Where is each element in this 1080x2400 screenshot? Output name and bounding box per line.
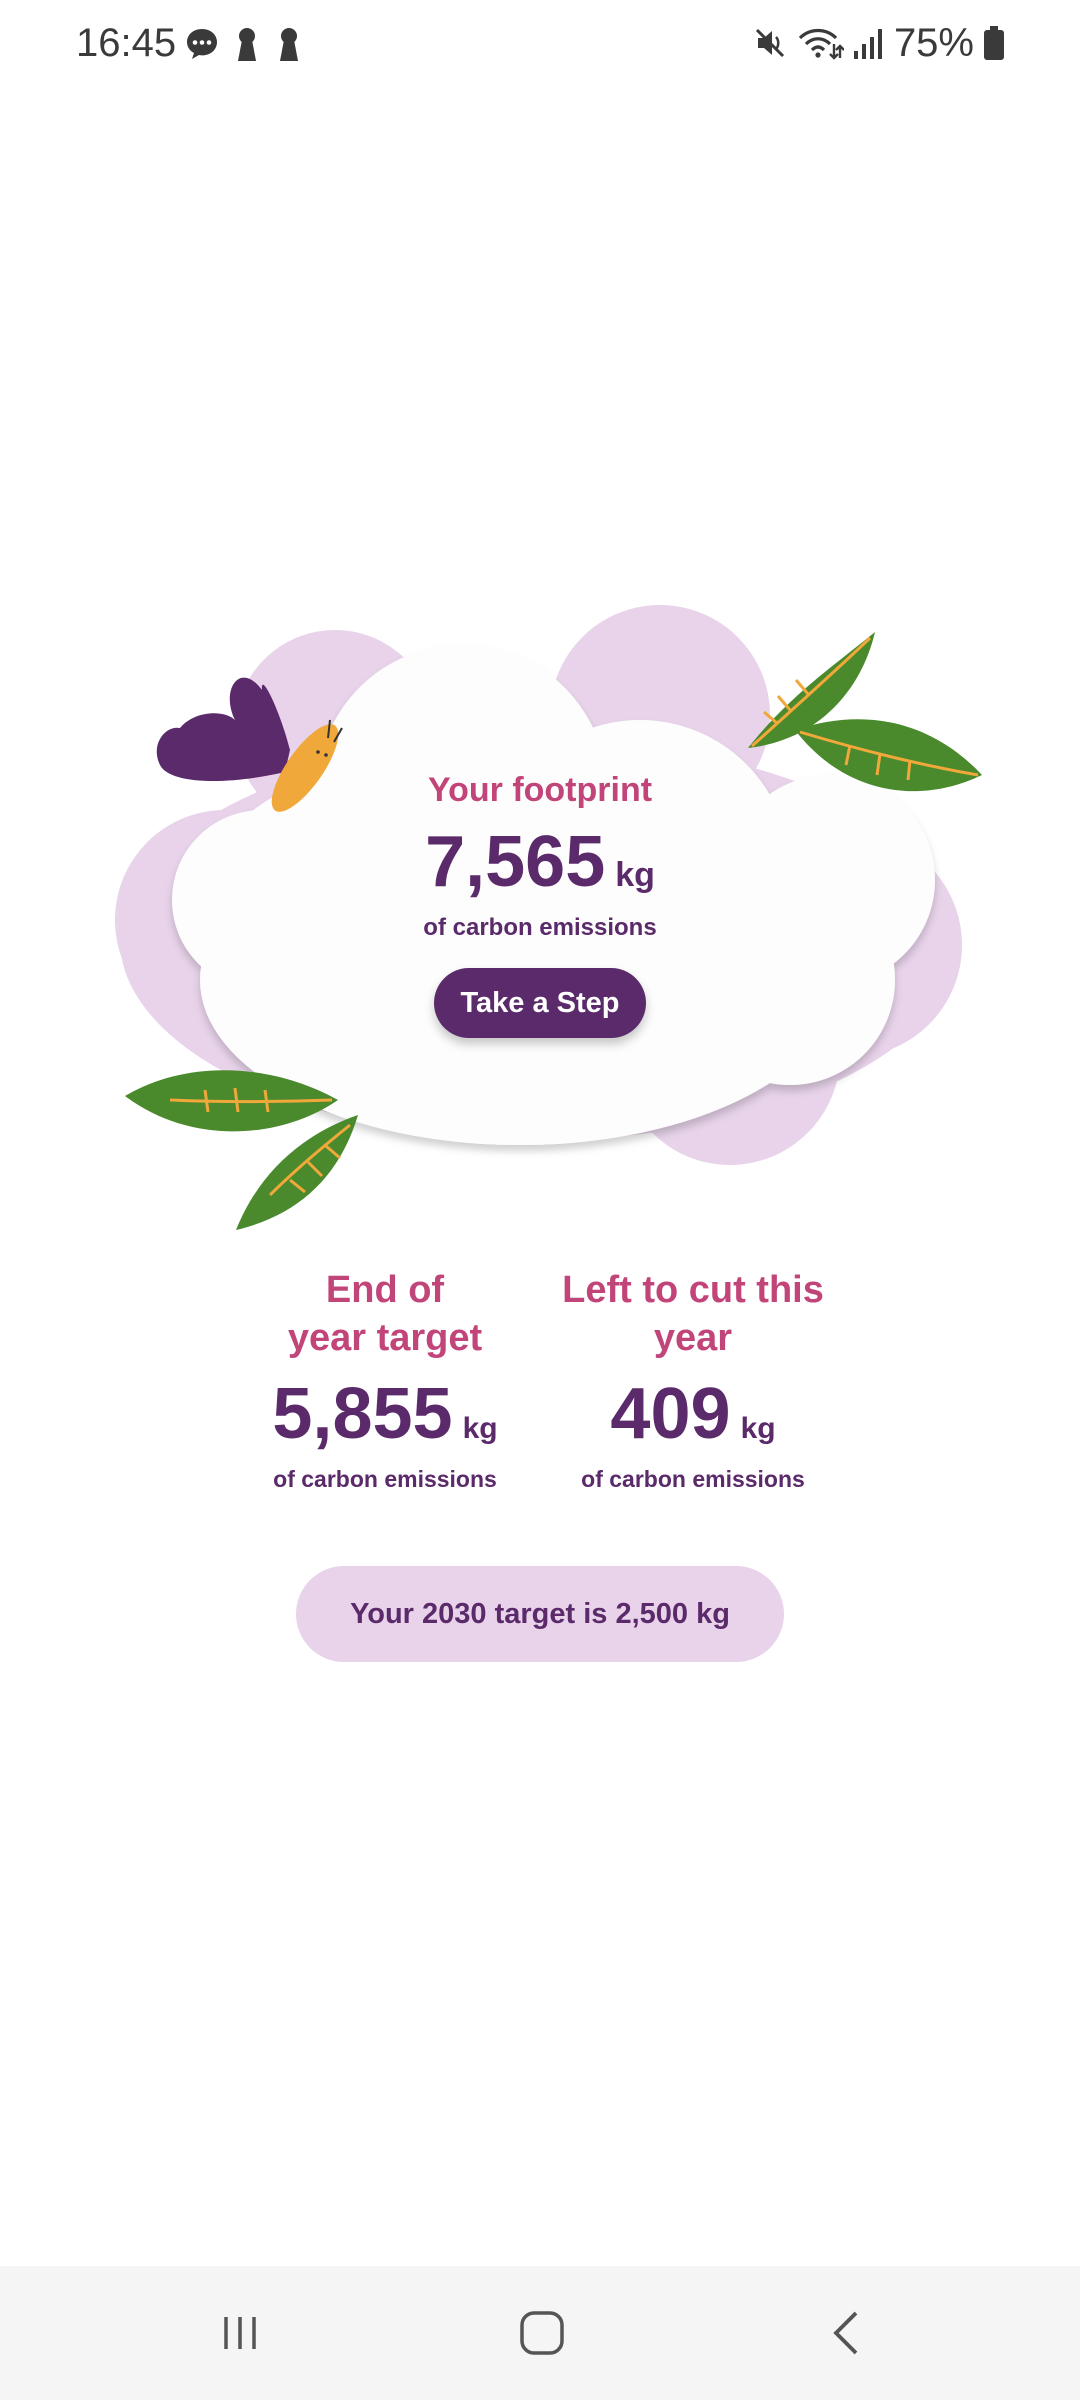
signal-icon <box>853 29 882 59</box>
stat-value-row: 409 kg <box>548 1376 838 1452</box>
battery-icon <box>984 26 1004 60</box>
home-icon <box>520 2311 564 2355</box>
stat-value: 409 <box>610 1374 731 1454</box>
footprint-value-row: 7,565 kg <box>340 824 740 900</box>
status-system-icons: 75% <box>752 20 1006 66</box>
stat-subtitle: of carbon emissions <box>581 1466 805 1492</box>
stat-left-to-cut: Left to cut this year 409 kg of carbon e… <box>548 1266 838 1493</box>
stat-subtitle: of carbon emissions <box>273 1466 497 1492</box>
system-nav-bar <box>0 2266 1080 2400</box>
stats-section: End of year target 5,855 kg of carbon em… <box>0 1266 1080 1506</box>
mute-icon <box>755 28 784 58</box>
footprint-card: Your footprint 7,565 kg of carbon emissi… <box>0 600 1080 1240</box>
chat-bubble-icon <box>187 29 217 59</box>
stat-title-line: year target <box>287 1317 483 1359</box>
stat-unit: kg <box>462 1412 498 1445</box>
status-bar: 16:45 75% <box>0 0 1080 88</box>
stat-value-row: 5,855 kg <box>240 1376 530 1452</box>
footprint-subtitle: of carbon emissions <box>423 914 657 941</box>
stat-title-line: End of <box>325 1269 445 1311</box>
battery-percent: 75% <box>893 21 974 65</box>
keyhole-icon <box>280 28 298 61</box>
home-button[interactable] <box>472 2266 612 2400</box>
back-button[interactable] <box>776 2266 916 2400</box>
keyhole-icon <box>238 28 256 61</box>
target-2030-pill: Your 2030 target is 2,500 kg <box>296 1566 784 1662</box>
footprint-unit: kg <box>615 856 655 894</box>
back-icon <box>833 2311 858 2355</box>
app-screen: 16:45 75% Your footprint 7,565 kg of car… <box>0 0 1080 2400</box>
wifi-icon <box>798 28 844 60</box>
stat-title-line: Left to cut this <box>562 1269 824 1311</box>
footprint-title: Your footprint <box>427 771 653 809</box>
stat-title: End of year target <box>240 1266 530 1362</box>
stat-year-target: End of year target 5,855 kg of carbon em… <box>240 1266 530 1493</box>
status-time: 16:45 <box>76 21 177 65</box>
recent-apps-button[interactable] <box>170 2266 310 2400</box>
footprint-content: Your footprint 7,565 kg of carbon emissi… <box>340 770 740 1038</box>
leaf-bottom-left-2 <box>236 1115 358 1230</box>
footprint-value: 7,565 <box>425 822 606 902</box>
status-notification-icons <box>184 22 304 66</box>
stat-unit: kg <box>740 1412 776 1445</box>
stat-value: 5,855 <box>272 1374 453 1454</box>
recent-apps-icon <box>224 2317 256 2349</box>
stat-title-line: year <box>653 1317 733 1359</box>
stat-title: Left to cut this year <box>548 1266 838 1362</box>
take-a-step-button[interactable]: Take a Step <box>434 968 646 1038</box>
